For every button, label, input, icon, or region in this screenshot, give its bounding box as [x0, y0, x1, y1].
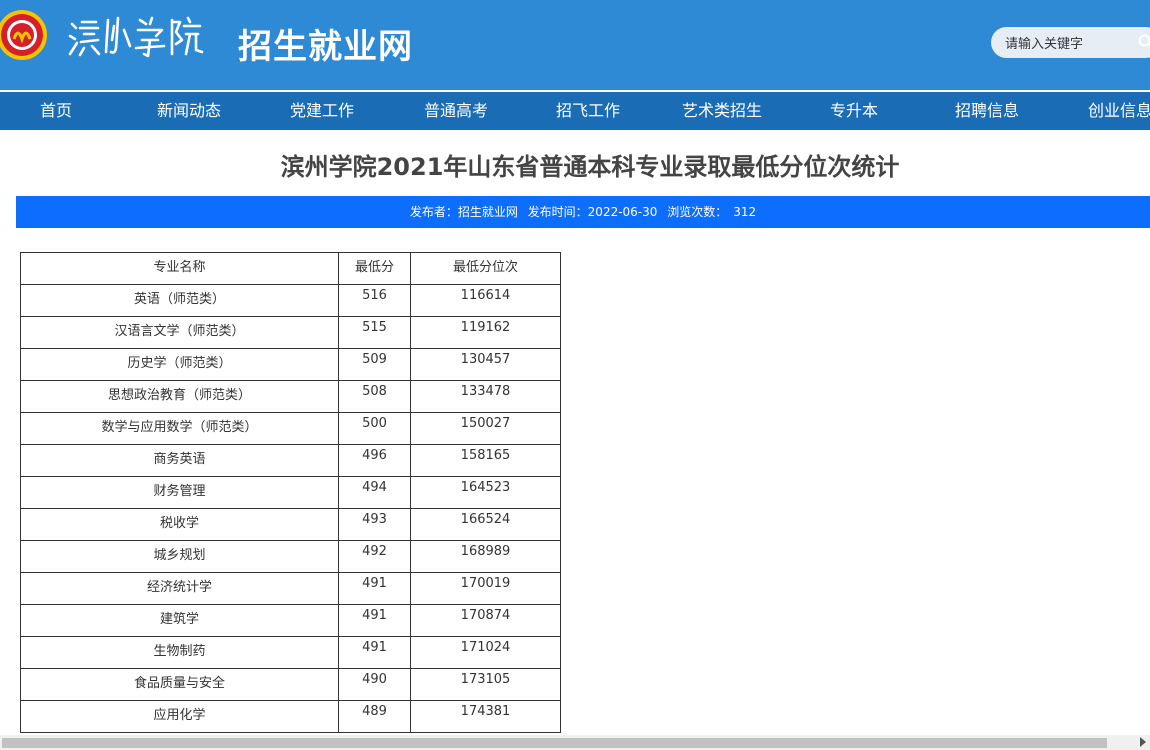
major-name: 思想政治教育（师范类） [20, 380, 339, 413]
admission-score-table: 专业名称 最低分 最低分位次 英语（师范类） 516 116614 汉语言文学（… [20, 252, 561, 733]
nav-item-college-entrance[interactable]: 普通高考 [424, 92, 488, 130]
min-score: 516 [338, 284, 411, 317]
major-name: 食品质量与安全 [20, 668, 339, 701]
table-row: 思想政治教育（师范类） 508 133478 [20, 380, 561, 413]
nav-item-startup-info[interactable]: 创业信息 [1088, 92, 1150, 130]
table-row: 汉语言文学（师范类） 515 119162 [20, 316, 561, 349]
table-row: 商务英语 496 158165 [20, 444, 561, 477]
views-label: 浏览次数： [667, 205, 728, 219]
min-rank: 119162 [410, 316, 561, 349]
scroll-right-arrow-icon[interactable] [1140, 737, 1146, 747]
min-rank: 170874 [410, 604, 561, 637]
major-name: 经济统计学 [20, 572, 339, 605]
min-rank: 116614 [410, 284, 561, 317]
table-row: 城乡规划 492 168989 [20, 540, 561, 573]
min-score: 491 [338, 604, 411, 637]
min-rank: 166524 [410, 508, 561, 541]
min-score: 508 [338, 380, 411, 413]
column-header: 最低分 [338, 252, 411, 285]
min-score: 515 [338, 316, 411, 349]
table-row: 数学与应用数学（师范类） 500 150027 [20, 412, 561, 445]
min-score: 509 [338, 348, 411, 381]
min-score: 492 [338, 540, 411, 573]
table-header-row: 专业名称 最低分 最低分位次 [20, 252, 561, 285]
column-header: 专业名称 [20, 252, 339, 285]
horizontal-scrollbar[interactable] [0, 735, 1150, 750]
min-score: 491 [338, 572, 411, 605]
major-name: 汉语言文学（师范类） [20, 316, 339, 349]
min-rank: 133478 [410, 380, 561, 413]
university-emblem-icon[interactable] [0, 9, 48, 61]
table-row: 建筑学 491 170874 [20, 604, 561, 637]
publish-date: 发布时间：2022-06-30 [527, 205, 658, 219]
min-score: 500 [338, 412, 411, 445]
major-name: 应用化学 [20, 700, 339, 733]
major-name: 生物制药 [20, 636, 339, 669]
min-score: 493 [338, 508, 411, 541]
table-row: 应用化学 489 174381 [20, 700, 561, 733]
major-name: 数学与应用数学（师范类） [20, 412, 339, 445]
article-meta-bar: 发布者：招生就业网 发布时间：2022-06-30 浏览次数： 312 [16, 196, 1150, 228]
table-row: 历史学（师范类） 509 130457 [20, 348, 561, 381]
min-rank: 158165 [410, 444, 561, 477]
min-rank: 164523 [410, 476, 561, 509]
table-row: 生物制药 491 171024 [20, 636, 561, 669]
nav-item-news[interactable]: 新闻动态 [157, 92, 221, 130]
major-name: 城乡规划 [20, 540, 339, 573]
scrollbar-thumb[interactable] [2, 738, 1107, 748]
min-rank: 174381 [410, 700, 561, 733]
main-nav: 首页 新闻动态 党建工作 普通高考 招飞工作 艺术类招生 专升本 招聘信息 创业… [0, 92, 1150, 130]
table-row: 英语（师范类） 516 116614 [20, 284, 561, 317]
min-score: 490 [338, 668, 411, 701]
min-score: 496 [338, 444, 411, 477]
nav-item-home[interactable]: 首页 [40, 92, 72, 130]
search-icon[interactable] [1138, 34, 1150, 50]
min-rank: 173105 [410, 668, 561, 701]
publisher: 发布者：招生就业网 [409, 205, 518, 219]
site-title[interactable]: 招生就业网 [238, 19, 413, 68]
major-name: 历史学（师范类） [20, 348, 339, 381]
min-score: 491 [338, 636, 411, 669]
table-row: 财务管理 494 164523 [20, 476, 561, 509]
min-rank: 150027 [410, 412, 561, 445]
table-row: 税收学 493 166524 [20, 508, 561, 541]
nav-item-pilot-recruitment[interactable]: 招飞工作 [556, 92, 620, 130]
table-row: 食品质量与安全 490 173105 [20, 668, 561, 701]
university-script-logo[interactable] [66, 10, 206, 60]
search-box [991, 27, 1150, 58]
min-score: 489 [338, 700, 411, 733]
major-name: 建筑学 [20, 604, 339, 637]
min-rank: 168989 [410, 540, 561, 573]
search-input[interactable] [1003, 33, 1127, 55]
major-name: 英语（师范类） [20, 284, 339, 317]
site-header: 招生就业网 [0, 0, 1150, 90]
min-rank: 130457 [410, 348, 561, 381]
nav-item-party-building[interactable]: 党建工作 [290, 92, 354, 130]
min-rank: 171024 [410, 636, 561, 669]
column-header: 最低分位次 [410, 252, 561, 285]
nav-item-upgrade[interactable]: 专升本 [830, 92, 878, 130]
min-rank: 170019 [410, 572, 561, 605]
major-name: 税收学 [20, 508, 339, 541]
article-title: 滨州学院2021年山东省普通本科专业录取最低分位次统计 [280, 153, 900, 181]
nav-item-recruitment-info[interactable]: 招聘信息 [955, 92, 1019, 130]
table-row: 经济统计学 491 170019 [20, 572, 561, 605]
major-name: 商务英语 [20, 444, 339, 477]
nav-item-art-admission[interactable]: 艺术类招生 [682, 92, 762, 130]
major-name: 财务管理 [20, 476, 339, 509]
views-count: 312 [733, 205, 757, 219]
min-score: 494 [338, 476, 411, 509]
